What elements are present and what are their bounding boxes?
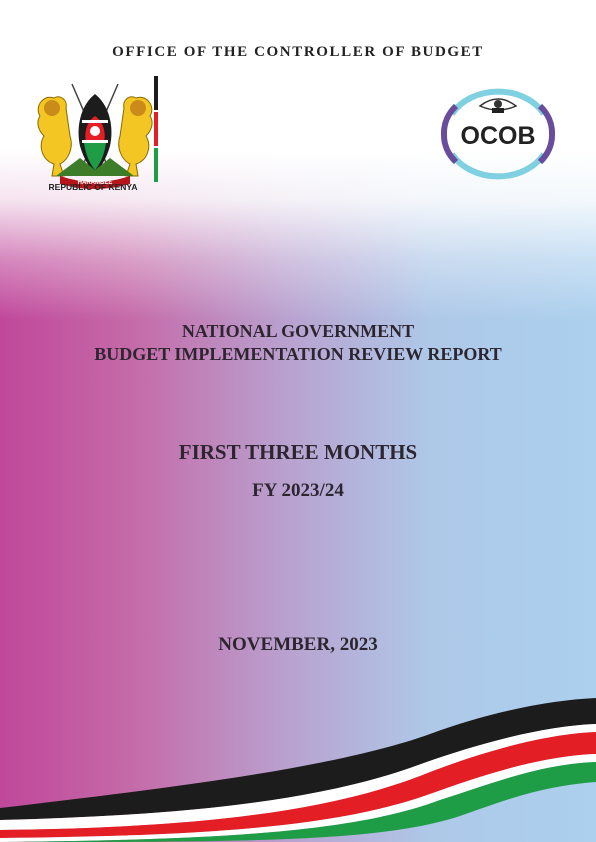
flag-waves-decoration: [0, 698, 596, 842]
cover-page: OFFICE OF THE CONTROLLER OF BUDGET HARAM…: [0, 0, 596, 842]
report-title-line2: BUDGET IMPLEMENTATION REVIEW REPORT: [94, 344, 502, 364]
report-fiscal-year: FY 2023/24: [252, 480, 344, 501]
report-date: NOVEMBER, 2023: [218, 634, 378, 655]
report-title-line1: NATIONAL GOVERNMENT: [181, 321, 415, 341]
ocob-logo-text: OCOB: [461, 122, 536, 150]
ocob-logo-icon: OCOB: [441, 88, 555, 180]
kenya-coat-of-arms-icon: HARAMBEE: [37, 76, 158, 189]
republic-caption: REPUBLIC OF KENYA: [48, 182, 138, 192]
report-period: FIRST THREE MONTHS: [178, 440, 418, 464]
office-name: OFFICE OF THE CONTROLLER OF BUDGET: [112, 44, 484, 60]
